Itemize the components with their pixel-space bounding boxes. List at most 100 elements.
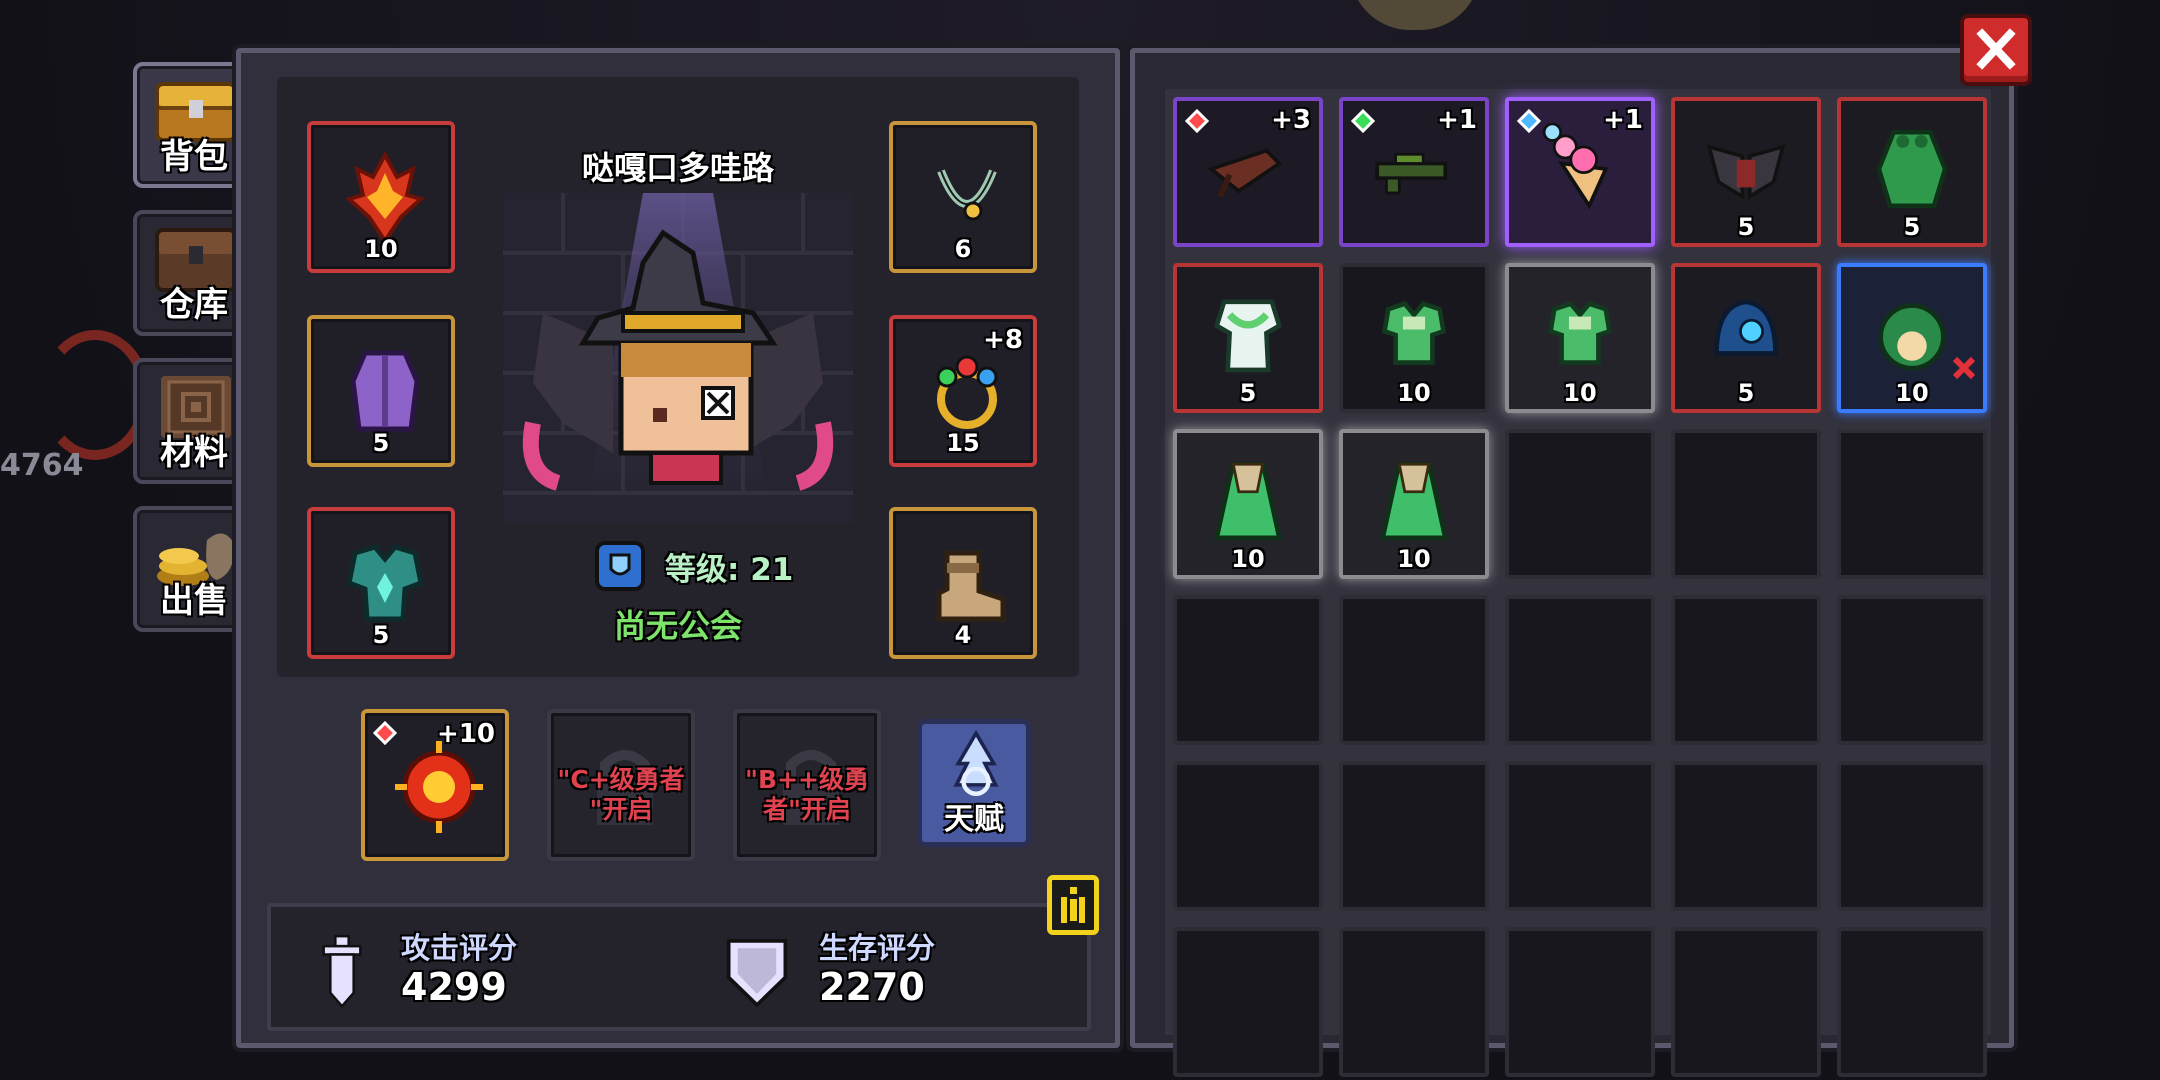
dark-wings-icon: [1706, 144, 1786, 200]
inventory-slot-empty[interactable]: [1505, 429, 1655, 579]
inventory-slot-empty[interactable]: [1505, 595, 1655, 745]
inventory-slot-item[interactable]: 10: [1173, 429, 1323, 579]
locked-slot-text: "C+级勇者 "开启: [551, 765, 691, 825]
locked-slot-b-plus-plus[interactable]: "B++级勇 者"开启: [733, 709, 881, 861]
inventory-slot-item[interactable]: 10: [1837, 263, 1987, 413]
inventory-slot-item[interactable]: 5: [1671, 263, 1821, 413]
equip-count: 10: [364, 235, 398, 263]
fire-orb-icon: [395, 741, 483, 833]
tab-storage-label: 仓库: [160, 285, 228, 325]
score-bar: [267, 903, 1091, 1031]
inventory-slot-item[interactable]: +1: [1339, 97, 1489, 247]
inventory-slot-empty[interactable]: [1837, 927, 1987, 1077]
fire-weapon-icon: [344, 150, 426, 245]
background-number: 4764: [0, 448, 84, 483]
tab-sell-label: 出售: [160, 581, 228, 621]
remove-x-icon[interactable]: [1949, 353, 1979, 383]
inventory-slot-item[interactable]: 5: [1173, 263, 1323, 413]
inventory-slot-empty[interactable]: [1671, 761, 1821, 911]
inventory-slot-item[interactable]: +3: [1173, 97, 1323, 247]
inventory-slot-empty[interactable]: [1339, 927, 1489, 1077]
level-badge: 等级: 21: [595, 541, 793, 591]
talent-button[interactable]: 天赋: [917, 719, 1031, 847]
equip-slot-armor[interactable]: 5: [307, 507, 455, 659]
item-count: 10: [1397, 379, 1431, 407]
equip-count: 6: [954, 235, 972, 263]
inventory-slot-empty[interactable]: [1173, 595, 1323, 745]
equip-count: 15: [946, 429, 980, 457]
shield-score-icon: [726, 939, 788, 1008]
close-button[interactable]: [1960, 14, 2032, 86]
inventory-slot-empty[interactable]: [1837, 429, 1987, 579]
attack-score-value: 4299: [401, 965, 507, 1009]
locked-slot-line: "C+级勇者: [557, 765, 685, 794]
survival-score-label: 生存评分: [819, 931, 936, 965]
teal-armor-icon: [346, 544, 424, 622]
equip-slot-orb[interactable]: +10: [361, 709, 509, 861]
item-plus: +1: [1603, 105, 1643, 135]
locked-slot-line: "开启: [589, 795, 653, 824]
equip-slot-boots[interactable]: 4: [889, 507, 1037, 659]
sword-icon: [322, 934, 362, 1009]
inventory-slot-empty[interactable]: [1837, 595, 1987, 745]
wizard-portrait-icon: [503, 193, 853, 523]
shield-level-icon: [595, 541, 645, 591]
equip-slot-ring[interactable]: +8 15: [889, 315, 1037, 467]
talent-label: 天赋: [944, 802, 1004, 837]
locked-slot-line: 者"开启: [762, 795, 852, 824]
inventory-slot-empty[interactable]: [1173, 927, 1323, 1077]
inventory-slot-item[interactable]: 5: [1671, 97, 1821, 247]
inventory-slot-empty[interactable]: [1505, 927, 1655, 1077]
character-panel: 哒嘎口多哇路 等级: 21 尚无公会 10 5 5 6 +8 15 4 +10 …: [236, 48, 1120, 1048]
inventory-grid: +3 +1 +1 5 5 5 10 10 5 10 10 10: [1165, 89, 1991, 1077]
locked-slot-line: "B++级勇: [745, 765, 869, 794]
item-plus: +1: [1437, 105, 1477, 135]
inventory-slot-empty[interactable]: [1671, 595, 1821, 745]
item-plus: +3: [1271, 105, 1311, 135]
survival-score-value: 2270: [819, 965, 925, 1009]
green-orb-icon: [1878, 303, 1946, 371]
item-count: 10: [1397, 545, 1431, 573]
green-vest-icon: [1547, 301, 1613, 365]
info-button[interactable]: [1047, 875, 1099, 935]
item-count: 5: [1737, 379, 1755, 407]
equip-slot-weapon[interactable]: 10: [307, 121, 455, 273]
gem-ring-icon: [936, 355, 998, 429]
item-count: 5: [1903, 213, 1921, 241]
equip-slot-necklace[interactable]: 6: [889, 121, 1037, 273]
inventory-slot-item[interactable]: 5: [1837, 97, 1987, 247]
inventory-slot-item[interactable]: 10: [1339, 429, 1489, 579]
green-robe-icon: [1213, 461, 1283, 541]
white-green-armor-icon: [1213, 299, 1283, 373]
equip-count: 4: [954, 621, 972, 649]
orb-plus: +10: [437, 719, 495, 749]
character-name: 哒嘎口多哇路: [581, 149, 774, 187]
item-count: 10: [1895, 379, 1929, 407]
inventory-panel: +3 +1 +1 5 5 5 10 10 5 10 10 10: [1130, 48, 2014, 1077]
inventory-slot-empty[interactable]: [1837, 761, 1987, 911]
green-cloak-icon: [1876, 129, 1948, 209]
ice-cream-icon: [1542, 123, 1609, 210]
level-text: 等级: 21: [665, 551, 794, 588]
close-icon: [1976, 28, 2016, 70]
locked-slot-c-plus[interactable]: "C+级勇者 "开启: [547, 709, 695, 861]
item-count: 10: [1563, 379, 1597, 407]
boots-icon: [936, 550, 1006, 622]
inventory-slot-empty[interactable]: [1671, 429, 1821, 579]
item-count: 5: [1737, 213, 1755, 241]
green-robe-icon: [1379, 461, 1449, 541]
inventory-slot-item[interactable]: 10: [1505, 263, 1655, 413]
inventory-slot-empty[interactable]: [1505, 761, 1655, 911]
inventory-slot-empty[interactable]: [1339, 595, 1489, 745]
inventory-slot-empty[interactable]: [1671, 927, 1821, 1077]
info-icon: [1061, 887, 1085, 923]
inventory-slot-empty[interactable]: [1339, 761, 1489, 911]
inventory-slot-empty[interactable]: [1173, 761, 1323, 911]
crossbow-icon: [1207, 148, 1283, 198]
tab-materials-label: 材料: [160, 433, 228, 473]
inventory-slot-item[interactable]: +1: [1505, 97, 1655, 247]
inventory-slot-item[interactable]: 10: [1339, 263, 1489, 413]
equip-count: 5: [372, 429, 390, 457]
purple-robe-icon: [350, 350, 420, 432]
equip-slot-robe[interactable]: 5: [307, 315, 455, 467]
